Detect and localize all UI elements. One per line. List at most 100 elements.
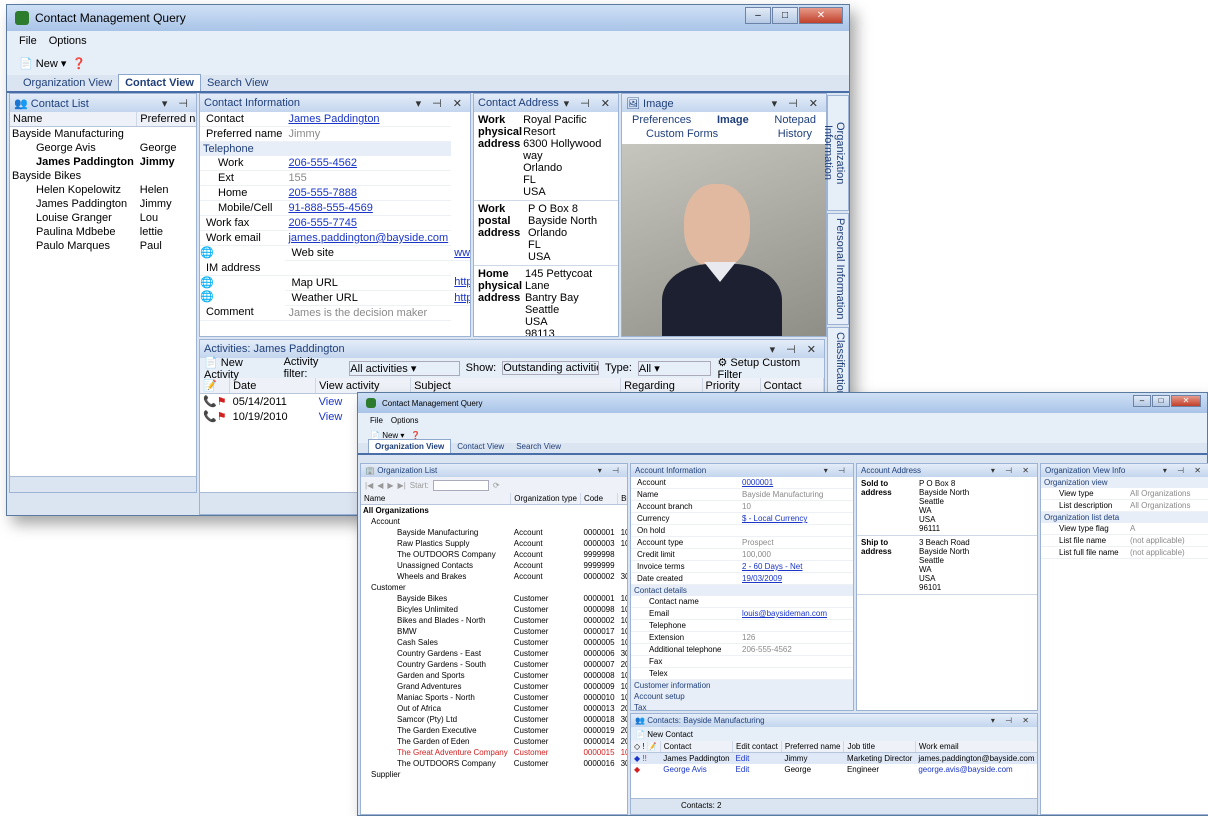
col-name[interactable]: Name [361,493,512,505]
list-item[interactable]: Helen Kopelowitz Helen [10,183,196,197]
property-row[interactable]: Organization list deta [1041,511,1208,524]
minimize-button[interactable]: – [1133,395,1151,407]
property-value[interactable]: 206-555-7745 [285,215,452,231]
table-row[interactable]: Bayside Manufacturing Account 0000001 10 [361,527,627,538]
side-tab-classification[interactable]: Classification [827,327,849,397]
property-value[interactable]: $ - Local Currency [739,512,853,525]
table-row[interactable]: Cash Sales Customer 0000005 10 [361,637,627,648]
start-input[interactable] [432,479,489,491]
property-value[interactable]: www.baysidebikes.com [451,245,470,261]
tree-group[interactable]: Supplier [361,769,627,780]
col-name[interactable]: Name [10,112,138,127]
tab-search-view[interactable]: Search View [510,440,567,453]
tab-custom-forms[interactable]: Custom Forms [646,128,718,140]
refresh-icon[interactable]: ⟳ [493,481,500,490]
tree-group[interactable]: All Organizations [361,505,627,517]
pane-controls[interactable]: ▾ ⊣ [598,466,623,475]
table-row[interactable]: Account [361,516,627,527]
list-item[interactable]: Louise Granger Lou [10,211,196,225]
list-item[interactable]: James Paddington Jimmy [10,155,196,169]
property-row[interactable]: 🌐 Map URLhttp://maps.google.com/maps [200,275,470,291]
col-edit-contact[interactable]: Edit contact [732,741,782,753]
col-job-title[interactable]: Job title [843,741,916,753]
property-row[interactable]: Preferred name Jimmy [200,126,470,142]
property-row[interactable]: Telephone [200,141,470,156]
new-contact-button[interactable]: 📄 New Contact [635,730,693,739]
property-value[interactable]: james.paddington@bayside.com [285,230,452,246]
nav-next-icon[interactable]: ▶ [387,481,393,490]
tab-contact-view[interactable]: Contact View [451,440,510,453]
property-row[interactable]: Ext 155 [200,170,470,186]
property-row[interactable]: Contact name [631,596,853,608]
list-item[interactable]: James Paddington Jimmy [10,197,196,211]
tab-notepad[interactable]: Notepad [774,114,816,126]
property-value[interactable]: louis@baysideman.com [739,607,853,620]
tab-search-view[interactable]: Search View [201,75,275,91]
property-row[interactable]: IM address [200,260,470,276]
property-row[interactable]: List full file name (not applicable) [1041,546,1208,559]
table-row[interactable]: Raw Plastics Supply Account 0000003 10 [361,538,627,549]
property-value[interactable]: James Paddington [285,112,452,127]
menu-file[interactable]: File [19,35,37,47]
property-value[interactable]: 19/03/2009 [739,572,853,585]
pane-controls[interactable]: ▾ ⊣ ✕ [416,97,466,110]
property-group[interactable]: Organization list deta [1041,512,1208,524]
show-select[interactable]: Outstanding activities [502,361,599,375]
table-row[interactable]: Wheels and Brakes Account 0000002 30 [361,571,627,582]
pane-controls[interactable]: ▾ ⊣ ✕ [770,343,820,356]
property-value[interactable]: http://maps.google.com/maps [451,275,470,291]
property-row[interactable]: Invoice terms 2 - 60 Days - Net [631,560,853,573]
tab-preferences[interactable]: Preferences [632,114,691,126]
property-row[interactable]: Date created 19/03/2009 [631,572,853,585]
col-code[interactable]: Code [580,493,619,505]
tab-organization-view[interactable]: Organization View [368,439,452,453]
horizontal-scrollbar[interactable] [10,476,196,492]
edit-contact-link[interactable]: Edit [733,753,782,765]
property-value[interactable]: http://www.weather.com [451,290,470,306]
property-row[interactable]: Account branch 10 [631,500,853,513]
property-row[interactable]: View type All Organizations [1041,488,1208,500]
table-row[interactable]: Bikes and Blades - North Customer 0000002 1… [361,615,627,626]
property-row[interactable]: Mobile/Cell 91-888-555-4569 [200,200,470,216]
table-row[interactable]: Bayside Bikes Customer 0000001 10 [361,593,627,604]
property-row[interactable]: Account type Prospect [631,536,853,549]
property-row[interactable]: Extension 126 [631,631,853,644]
new-activity-button[interactable]: 📄 New Activity [204,356,278,381]
property-row[interactable]: View type flag A [1041,523,1208,535]
table-row[interactable]: Country Gardens - South Customer 0000007 20 [361,659,627,670]
table-row[interactable]: BMW Customer 0000017 10 [361,626,627,637]
property-value[interactable]: 205-555-7888 [285,185,452,201]
list-item[interactable]: Bayside Manufacturing [10,127,196,142]
col-contact[interactable]: Contact [660,741,734,753]
property-row[interactable]: List file name (not applicable) [1041,534,1208,547]
property-value[interactable]: 91-888-555-4569 [285,200,452,216]
menu-options[interactable]: Options [391,416,419,425]
property-row[interactable]: Email louis@baysideman.com [631,607,853,620]
nav-prev-icon[interactable]: ◀ [377,481,383,490]
property-row[interactable]: Home 205-555-7888 [200,185,470,201]
table-row[interactable]: ◆ George Avis Edit George Engineer george.avi… [631,764,1037,775]
table-row[interactable]: Unassigned Contacts Account 9999999 [361,560,627,571]
property-row[interactable]: Credit limit 100,000 [631,548,853,561]
pane-controls[interactable]: ▾ ⊣ ✕ [991,716,1033,725]
property-row[interactable]: Account setup [631,691,853,702]
minimize-button[interactable]: – [745,7,771,24]
table-row[interactable]: The OUTDOORS Company Customer 0000016 30 [361,758,627,769]
table-row[interactable]: Garden and Sports Customer 0000008 10 [361,670,627,681]
property-row[interactable]: Contact details [631,584,853,596]
table-row[interactable]: Bicyles Unlimited Customer 0000098 10 [361,604,627,615]
col-preferred-name[interactable]: Preferred name [136,112,196,127]
property-row[interactable]: Tax [631,702,853,710]
tree-group[interactable]: Customer [361,582,627,593]
close-button[interactable]: ✕ [799,7,843,24]
side-tab-personal-information[interactable]: Personal Information [827,213,849,325]
list-item[interactable]: Bayside Bikes [10,169,196,183]
property-row[interactable]: Contact James Paddington [200,112,470,127]
table-row[interactable]: Samcor (Pty) Ltd Customer 0000018 30 [361,714,627,725]
property-group[interactable]: Tax [631,702,853,710]
property-row[interactable]: Work email james.paddington@bayside.com [200,230,470,246]
tab-image[interactable]: Image [717,114,749,126]
property-row[interactable]: 🌐 Web sitewww.baysidebikes.com [200,245,470,261]
property-row[interactable]: List description All Organizations [1041,499,1208,512]
property-row[interactable]: Telex [631,667,853,680]
